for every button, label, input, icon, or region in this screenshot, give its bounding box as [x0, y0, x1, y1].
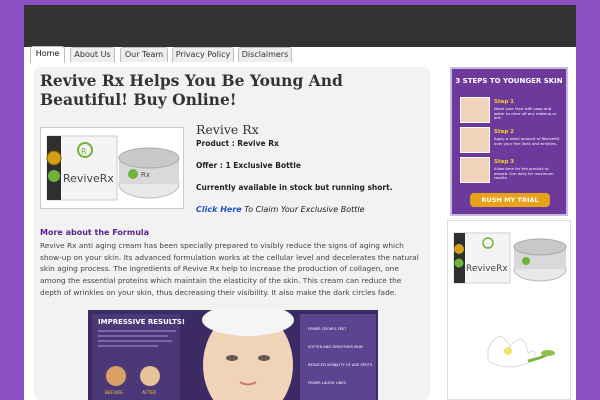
- site-header: [24, 5, 576, 47]
- step-1-image: [460, 97, 490, 123]
- results-image: IMPRESSIVE RESULTS! BEFORE AFTER FEWER C…: [88, 310, 378, 400]
- svg-text:R: R: [81, 147, 87, 156]
- tab-about-us[interactable]: About Us: [70, 47, 115, 62]
- step-2-text: Apply a small amount of ReviveRX over yo…: [494, 136, 560, 146]
- step-3-text: Allow time for the product to absorb. Us…: [494, 166, 554, 181]
- product-image: R ReviveRx Rx: [40, 127, 184, 209]
- product-name: Revive Rx: [196, 122, 259, 137]
- claim-line: Click Here To Claim Your Exclusive Bottl…: [196, 205, 365, 214]
- step-2-image: [460, 127, 490, 153]
- step-3-image: [460, 157, 490, 183]
- step-2-label: Step 2: [494, 129, 514, 135]
- product-box-graphic: R ReviveRx Rx: [46, 135, 180, 201]
- results-graphic: IMPRESSIVE RESULTS! BEFORE AFTER FEWER C…: [88, 310, 378, 400]
- product-label: Product : Revive Rx: [196, 139, 279, 148]
- page-title: Revive Rx Helps You Be Young And Beautif…: [40, 71, 343, 109]
- after-label: AFTER: [142, 390, 156, 396]
- description-paragraph: Revive Rx anti aging cream has been spec…: [40, 241, 419, 297]
- results-heading: IMPRESSIVE RESULTS!: [98, 318, 185, 326]
- banner-heading: 3 STEPS TO YOUNGER SKIN: [455, 77, 563, 85]
- offer-label: Offer : 1 Exclusive Bottle: [196, 161, 301, 170]
- steps-banner[interactable]: 3 STEPS TO YOUNGER SKIN Step 1 Wash your…: [450, 67, 568, 216]
- sidebar-brand-text: ReviveRx: [466, 264, 508, 274]
- product-brand-text: ReviveRx: [63, 172, 114, 185]
- tab-privacy-policy[interactable]: Privacy Policy: [172, 47, 234, 62]
- claim-text: To Claim Your Exclusive Bottle: [244, 205, 365, 214]
- tab-home[interactable]: Home: [30, 46, 65, 63]
- tab-disclaimers[interactable]: Disclaimers: [238, 47, 292, 62]
- step-1-text: Wash your face with soap and water to cl…: [494, 106, 557, 121]
- step-3-label: Step 3: [494, 159, 514, 165]
- callout-3: REDUCED VISIBILITY OF AGE SPOTS: [308, 363, 373, 367]
- step-1-label: Step 1: [494, 99, 514, 105]
- rush-trial-button[interactable]: RUSH MY TRIAL: [470, 193, 550, 207]
- stock-label: Currently available in stock but running…: [196, 183, 393, 192]
- click-here-link[interactable]: Click Here: [196, 205, 242, 214]
- sidebar-product-graphic: ReviveRx: [453, 232, 567, 368]
- sidebar-product-image: ReviveRx: [447, 220, 571, 400]
- before-label: BEFORE: [105, 390, 123, 396]
- callout-2: SOFTER AND SMOOTHER SKIN: [308, 345, 363, 349]
- callout-4: FEWER LAUGH LINES: [308, 381, 347, 385]
- callout-1: FEWER CROW'S FEET: [308, 327, 347, 331]
- svg-text:Rx: Rx: [141, 171, 150, 179]
- more-heading: More about the Formula: [40, 228, 150, 237]
- tab-our-team[interactable]: Our Team: [120, 47, 168, 62]
